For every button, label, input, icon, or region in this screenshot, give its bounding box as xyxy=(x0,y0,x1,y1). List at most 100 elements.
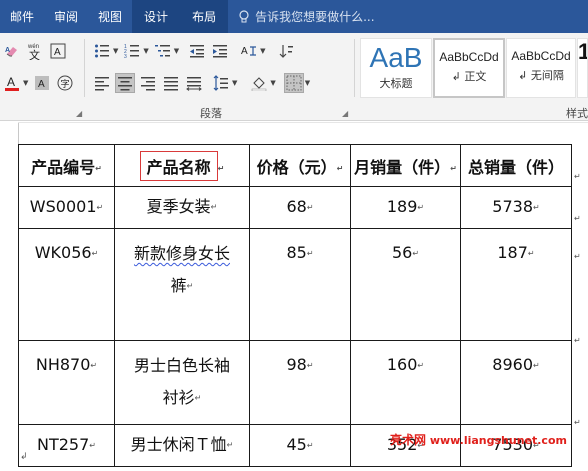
table-row: WK056↵ 新款修身女长 裤↵ 85↵ 56↵ 187↵ xyxy=(18,228,572,341)
tab-layout[interactable]: 布局 xyxy=(180,0,229,33)
cell-total-sales[interactable]: 187↵ xyxy=(460,228,572,341)
align-left-button[interactable] xyxy=(92,73,112,93)
line-spacing-icon xyxy=(213,75,228,91)
clear-formatting-button[interactable]: A xyxy=(2,41,22,61)
tab-view[interactable]: 视图 xyxy=(88,0,132,33)
increase-indent-icon xyxy=(213,45,228,58)
row-end-mark: ↵ xyxy=(574,172,581,181)
header-product-id[interactable]: 产品编号↵ xyxy=(18,144,115,187)
cell-price[interactable]: 68↵ xyxy=(249,186,351,229)
tell-me-placeholder: 告诉我您想要做什么... xyxy=(255,10,375,24)
document-page[interactable]: 产品编号↵ 产品名称 ↵ 价格（元）↵ 月销量（件）↵ 总销量（件） WS0001… xyxy=(0,122,588,471)
shading-dropdown-icon[interactable]: ▼ xyxy=(270,79,275,87)
enclose-characters-button[interactable]: 字 xyxy=(55,73,75,93)
tab-mailings[interactable]: 邮件 xyxy=(0,0,44,33)
line-spacing-dropdown-icon[interactable]: ▼ xyxy=(232,79,237,87)
sort-icon xyxy=(279,45,293,58)
lightbulb-icon xyxy=(239,9,249,22)
cell-product-name[interactable]: 新款修身女长 裤↵ xyxy=(114,228,250,341)
borders-button[interactable] xyxy=(283,73,304,93)
tab-review[interactable]: 审阅 xyxy=(44,0,88,33)
numbered-list-icon: 1 2 3 xyxy=(124,44,140,59)
cell-total-sales[interactable]: 8960↵ xyxy=(460,340,572,425)
justify-button[interactable] xyxy=(161,73,181,93)
bullets-button[interactable] xyxy=(92,41,112,61)
increase-indent-button[interactable] xyxy=(210,41,230,61)
cell-product-id[interactable]: NH870↵ xyxy=(18,340,115,425)
header-monthly-sales[interactable]: 月销量（件）↵ xyxy=(350,144,461,187)
cell-total-sales[interactable]: 5738↵ xyxy=(460,186,572,229)
cell-monthly-sales[interactable]: 56↵ xyxy=(350,228,461,341)
align-left-icon xyxy=(95,77,109,91)
sort-button[interactable] xyxy=(276,41,296,61)
borders-dropdown-icon[interactable]: ▼ xyxy=(305,79,310,87)
numbering-button[interactable]: 1 2 3 xyxy=(122,41,142,61)
style-more-glyph: 1 xyxy=(578,39,587,64)
decrease-indent-button[interactable] xyxy=(187,41,207,61)
multilevel-dropdown-icon[interactable]: ▼ xyxy=(174,47,179,55)
cell-product-name[interactable]: 男士休闲Ｔ恤↵ xyxy=(114,424,250,467)
paragraph-dialog-launcher-icon[interactable]: ◢ xyxy=(342,109,348,118)
phonetic-guide-button[interactable]: wén 文 xyxy=(25,41,45,61)
line-spacing-button[interactable] xyxy=(211,73,231,93)
shading-button[interactable] xyxy=(249,73,269,93)
svg-text:文: 文 xyxy=(29,48,40,60)
style-name: ↲ 无间隔 xyxy=(518,69,564,82)
distributed-button[interactable] xyxy=(184,73,204,93)
spelling-underline: 新款修身女长 xyxy=(133,244,230,263)
style-name: ↲ 正文 xyxy=(451,70,487,83)
align-center-button[interactable] xyxy=(115,73,135,93)
multilevel-list-icon xyxy=(154,45,170,57)
cell-price[interactable]: 45↵ xyxy=(249,424,351,467)
style-gallery-more[interactable]: 1 xyxy=(577,38,588,98)
font-row-2: A ▼ A 字 xyxy=(2,73,78,93)
multilevel-list-button[interactable] xyxy=(153,41,173,61)
page-corner-marker xyxy=(18,122,19,146)
cell-monthly-sales[interactable]: 160↵ xyxy=(350,340,461,425)
table-row: NH870↵ 男士白色长袖 衬衫↵ 98↵ 160↵ 8960↵ xyxy=(18,340,572,425)
row-end-mark: ↵ xyxy=(574,214,581,223)
svg-text:A: A xyxy=(54,47,61,58)
style-heading-title[interactable]: AaB 大标题 xyxy=(360,38,432,98)
character-shading-button[interactable]: A xyxy=(32,73,52,93)
ribbon-body: A wén 文 A A ▼ A 字 ▼ 1 2 3 ▼ ▼ A ▼ ▼ ▼ ▼ … xyxy=(0,33,588,121)
header-price[interactable]: 价格（元）↵ xyxy=(249,144,351,187)
header-product-name[interactable]: 产品名称 ↵ xyxy=(114,144,250,187)
cell-product-id[interactable]: WS0001↵ xyxy=(18,186,115,229)
border-grid-icon xyxy=(286,75,302,91)
svg-text:A: A xyxy=(5,47,10,54)
site-watermark: 亮术网 www.liangshunet.com xyxy=(390,433,567,447)
ribbon-separator xyxy=(354,39,355,97)
character-border-button[interactable]: A xyxy=(48,41,68,61)
svg-text:A: A xyxy=(38,79,45,90)
eraser-icon: A xyxy=(5,47,17,57)
phonetic-guide-icon: wén 文 xyxy=(27,44,40,60)
align-right-button[interactable] xyxy=(138,73,158,93)
cell-monthly-sales[interactable]: 189↵ xyxy=(350,186,461,229)
font-dialog-launcher-icon[interactable]: ◢ xyxy=(76,109,82,118)
header-total-sales[interactable]: 总销量（件） xyxy=(460,144,572,187)
cell-product-name[interactable]: 夏季女装↵ xyxy=(114,186,250,229)
row-end-mark: ↵ xyxy=(574,418,581,427)
cell-product-id[interactable]: WK056↵ xyxy=(18,228,115,341)
tab-design[interactable]: 设计 xyxy=(132,0,181,33)
style-no-spacing[interactable]: AaBbCcDd ↲ 无间隔 xyxy=(506,38,576,98)
justify-icon xyxy=(164,77,178,91)
product-table[interactable]: 产品编号↵ 产品名称 ↵ 价格（元）↵ 月销量（件）↵ 总销量（件） WS0001… xyxy=(18,144,572,467)
chinese-layout-button[interactable]: A xyxy=(239,41,259,61)
font-color-button[interactable]: A xyxy=(2,73,22,93)
style-preview: AaB xyxy=(369,42,423,73)
chinese-layout-dropdown-icon[interactable]: ▼ xyxy=(260,47,265,55)
table-row: WS0001↵ 夏季女装↵ 68↵ 189↵ 5738↵ xyxy=(18,186,572,229)
bullets-dropdown-icon[interactable]: ▼ xyxy=(113,47,118,55)
cell-product-id[interactable]: NT257↵ xyxy=(18,424,115,467)
cell-product-name[interactable]: 男士白色长袖 衬衫↵ xyxy=(114,340,250,425)
chinese-layout-icon: A xyxy=(241,46,257,57)
tell-me-box[interactable]: 告诉我您想要做什么... xyxy=(238,0,375,33)
style-normal[interactable]: AaBbCcDd ↲ 正文 xyxy=(433,38,505,98)
cell-price[interactable]: 98↵ xyxy=(249,340,351,425)
cell-price[interactable]: 85↵ xyxy=(249,228,351,341)
font-color-dropdown-icon[interactable]: ▼ xyxy=(23,79,28,87)
numbering-dropdown-icon[interactable]: ▼ xyxy=(143,47,148,55)
page-top-edge xyxy=(18,122,588,123)
